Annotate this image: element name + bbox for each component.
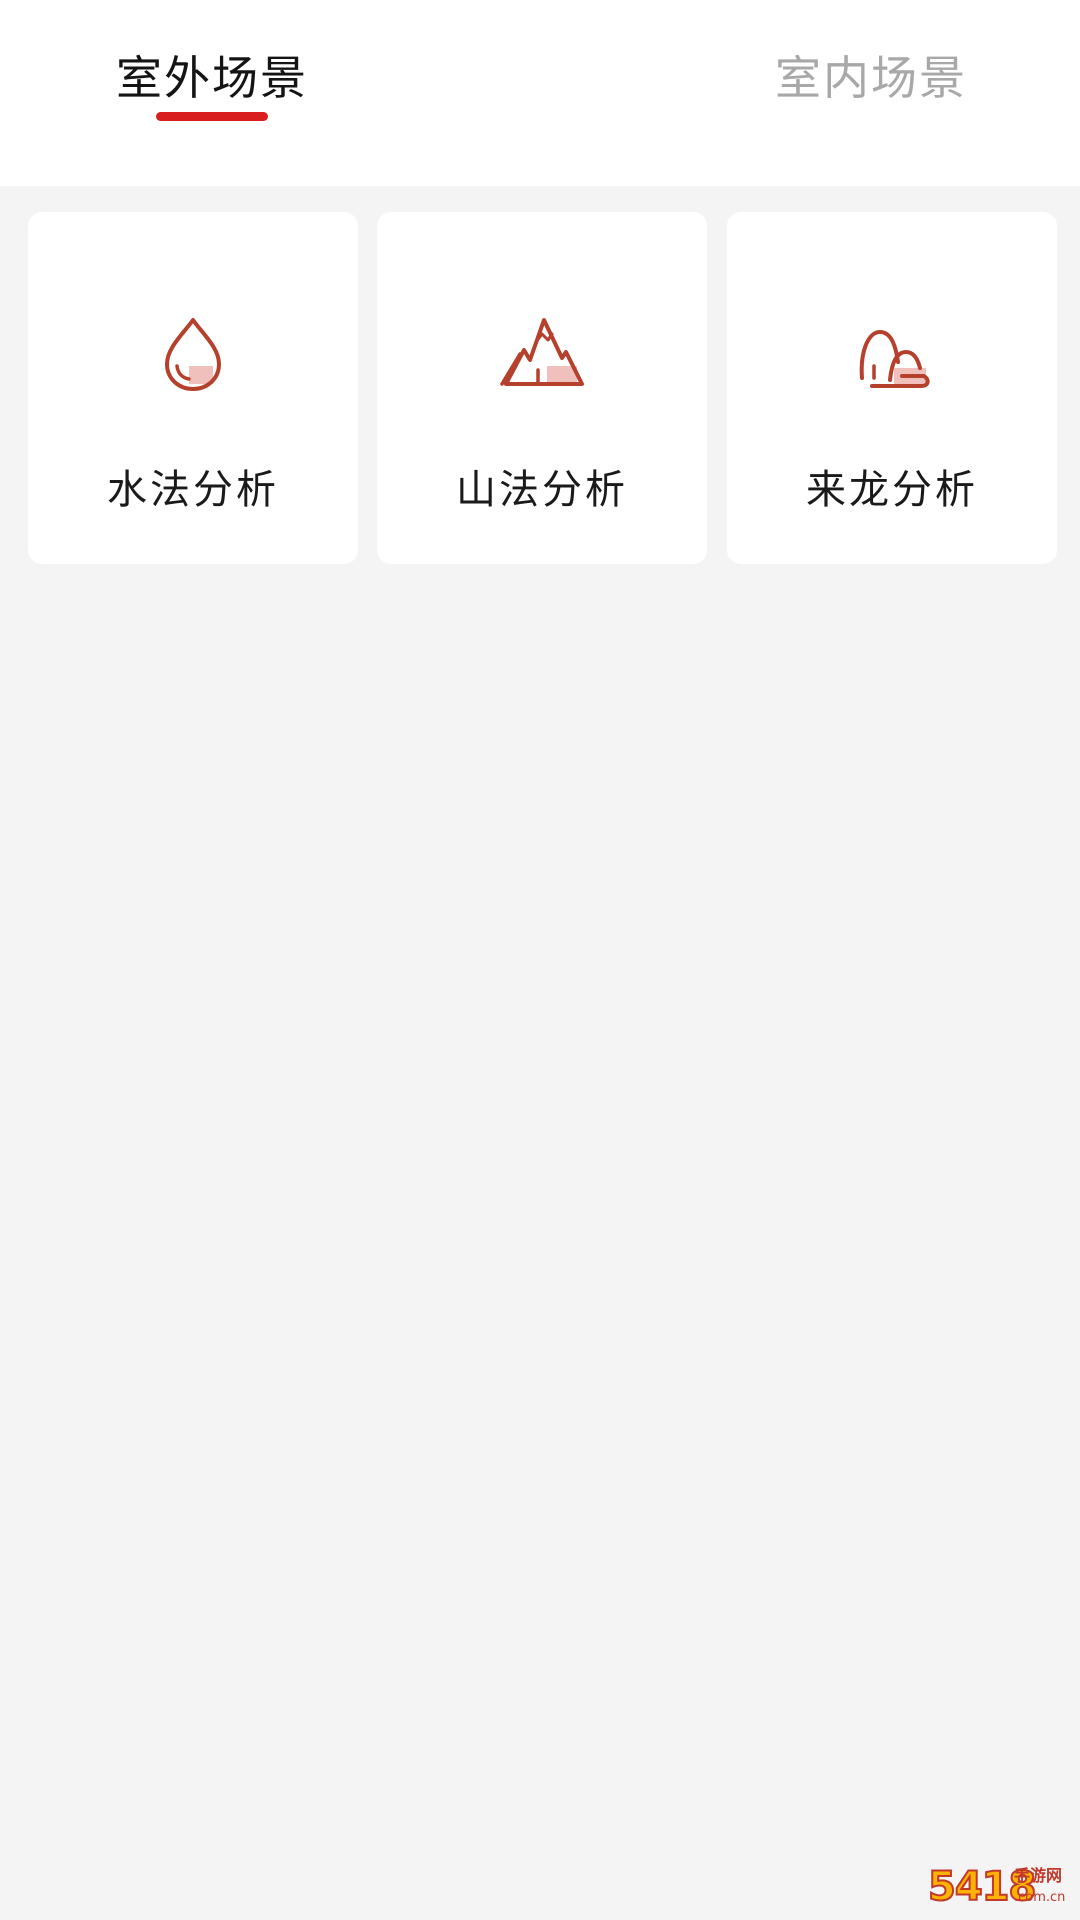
water-analysis-label: 水法分析 <box>107 467 279 513</box>
dragon-ridge-icon <box>842 304 942 404</box>
tab-outdoor-scene[interactable]: 室外场景 <box>116 48 308 108</box>
active-tab-indicator <box>156 112 268 121</box>
water-drop-icon <box>143 304 243 404</box>
water-analysis-card[interactable]: 水法分析 <box>28 212 358 564</box>
tab-indoor-scene[interactable]: 室内场景 <box>775 48 967 108</box>
scene-tab-bar: 室外场景 室内场景 <box>0 0 1080 186</box>
watermark-domain: .com.cn <box>1014 1890 1066 1905</box>
dragon-analysis-card[interactable]: 来龙分析 <box>727 212 1057 564</box>
watermark-site-name: 手游网 <box>1014 1866 1063 1885</box>
analysis-card-grid: 水法分析 山法分析 来龙分析 <box>28 212 1057 564</box>
site-watermark: 5418 手游网 .com.cn <box>927 1862 1078 1916</box>
mountain-analysis-label: 山法分析 <box>456 467 628 513</box>
dragon-analysis-label: 来龙分析 <box>806 467 978 513</box>
mountain-analysis-card[interactable]: 山法分析 <box>377 212 707 564</box>
mountain-icon <box>492 304 592 404</box>
